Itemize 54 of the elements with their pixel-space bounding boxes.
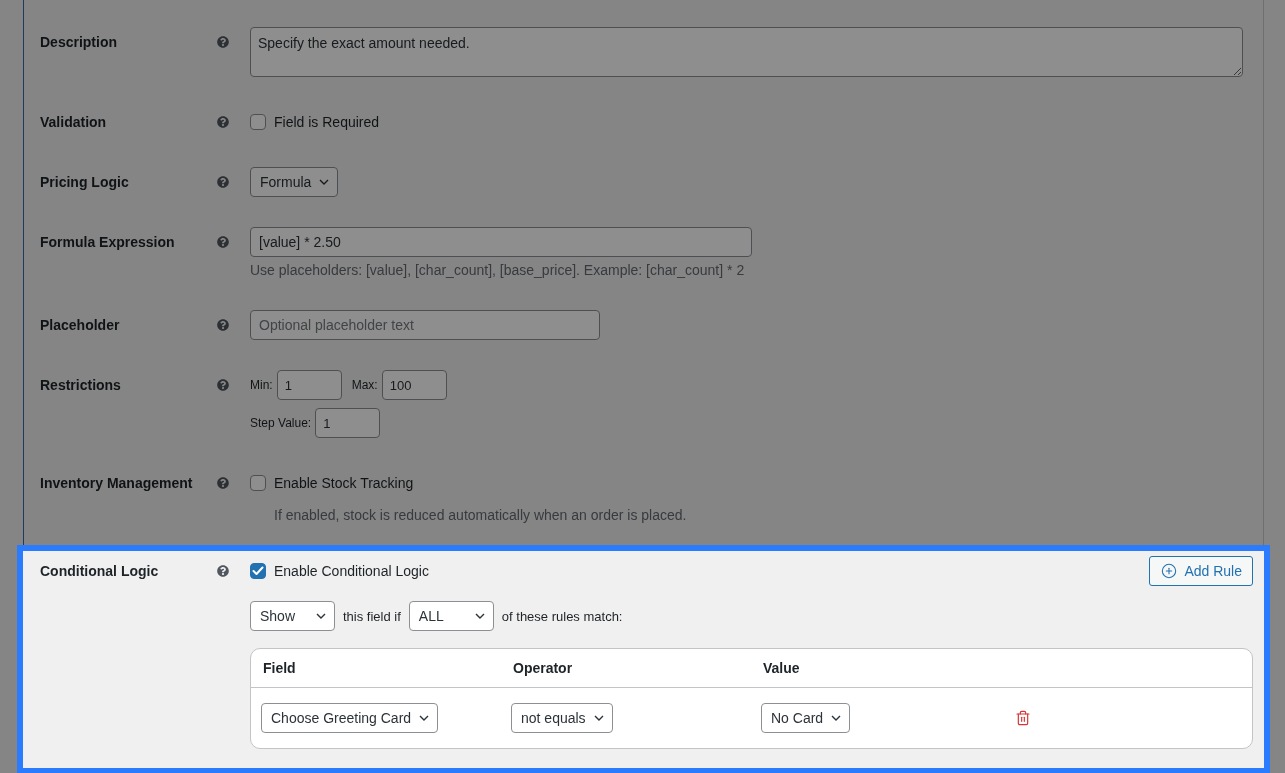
plus-circle-icon bbox=[1161, 563, 1178, 579]
chevron-down-icon bbox=[316, 613, 326, 619]
checkbox-label[interactable]: Enable Stock Tracking bbox=[274, 473, 414, 493]
checkbox[interactable] bbox=[250, 114, 266, 130]
dropdown[interactable]: ALL bbox=[408, 601, 494, 631]
checkbox[interactable] bbox=[250, 563, 266, 579]
field-label: Inventory Management bbox=[40, 474, 194, 493]
help-icon bbox=[217, 236, 229, 248]
chevron-down-icon bbox=[419, 715, 430, 721]
help-text: Use placeholders: [value], [char_count], [base_price]. Example: [char_count] * 2 bbox=[250, 261, 745, 280]
chevron-down-icon bbox=[831, 715, 842, 721]
field-label: Validation bbox=[40, 113, 108, 132]
chevron-down-icon bbox=[319, 179, 330, 185]
rule-text: of these rules match: bbox=[501, 608, 623, 624]
column-header: Operator bbox=[513, 660, 573, 676]
rule-text: this field if bbox=[343, 608, 401, 624]
help-icon bbox=[217, 319, 229, 331]
checkbox[interactable] bbox=[250, 475, 266, 491]
field-label: Conditional Logic bbox=[40, 562, 160, 581]
number-input[interactable]: 100 bbox=[381, 370, 447, 400]
input-label: Step Value: bbox=[250, 416, 312, 430]
trash-icon bbox=[1015, 710, 1031, 726]
field-label: Pricing Logic bbox=[40, 173, 130, 192]
chevron-down-icon bbox=[593, 715, 604, 721]
add-rule-button[interactable]: Add Rule bbox=[1149, 556, 1253, 586]
help-icon bbox=[217, 565, 229, 577]
column-header: Value bbox=[763, 660, 800, 676]
text-input[interactable]: Optional placeholder text bbox=[250, 310, 600, 340]
help-icon bbox=[217, 36, 229, 48]
dropdown[interactable]: not equals bbox=[511, 703, 613, 733]
checkmark-icon bbox=[252, 566, 264, 576]
field-label: Description bbox=[40, 33, 118, 52]
dropdown[interactable]: Show bbox=[250, 601, 335, 631]
chevron-down-icon bbox=[474, 613, 485, 619]
field-label: Formula Expression bbox=[40, 233, 176, 252]
checkbox-label[interactable]: Field is Required bbox=[274, 112, 380, 132]
number-input[interactable]: 1 bbox=[315, 408, 381, 438]
description-textarea[interactable]: Specify the exact amount needed. bbox=[250, 27, 1243, 77]
checkbox-label[interactable]: Enable Conditional Logic bbox=[274, 561, 429, 581]
help-icon bbox=[217, 176, 229, 188]
field-label: Restrictions bbox=[40, 376, 122, 395]
help-text: If enabled, stock is reduced automatically when an order is placed. bbox=[274, 506, 687, 525]
number-input[interactable]: 1 bbox=[276, 370, 342, 400]
column-header: Field bbox=[263, 660, 296, 676]
help-icon bbox=[217, 116, 229, 128]
help-icon bbox=[217, 379, 229, 391]
dropdown[interactable]: Formula bbox=[250, 167, 339, 197]
help-icon bbox=[217, 477, 229, 489]
field-label: Placeholder bbox=[40, 316, 121, 335]
input-label: Max: bbox=[351, 378, 378, 392]
dropdown[interactable]: No Card bbox=[761, 703, 851, 733]
text-input[interactable]: [value] * 2.50 bbox=[250, 227, 752, 257]
dropdown[interactable]: Choose Greeting Card bbox=[261, 703, 439, 733]
input-label: Min: bbox=[250, 378, 273, 392]
